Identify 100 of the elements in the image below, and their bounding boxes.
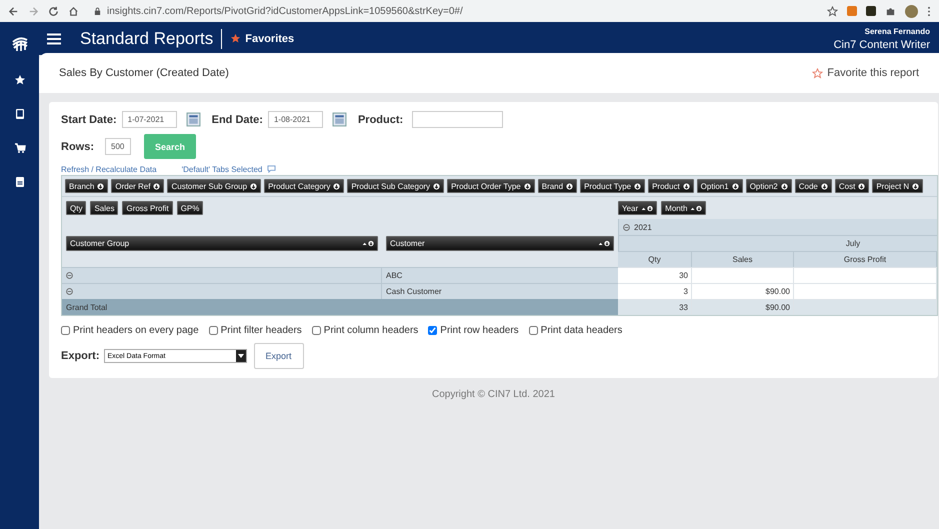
field-button[interactable]: Product Sub Category bbox=[347, 179, 444, 193]
star-icon bbox=[812, 68, 824, 78]
arrow-down-icon bbox=[250, 182, 258, 190]
column-header[interactable]: 2021 bbox=[618, 219, 937, 235]
field-button[interactable]: Month bbox=[661, 201, 706, 215]
product-label: Product: bbox=[358, 114, 404, 126]
star-icon[interactable] bbox=[14, 74, 26, 86]
arrow-down-icon bbox=[858, 182, 866, 190]
star-icon bbox=[230, 33, 242, 44]
comment-icon[interactable] bbox=[267, 165, 276, 173]
collapse-icon[interactable] bbox=[66, 288, 73, 295]
refresh-link[interactable]: Refresh / Recalculate Data bbox=[61, 164, 157, 174]
favorite-report-link[interactable]: Favorite this report bbox=[812, 67, 919, 79]
document-icon[interactable] bbox=[14, 176, 26, 188]
table-cell: $90.00 bbox=[692, 283, 794, 299]
arrow-down-icon bbox=[732, 182, 739, 190]
field-button[interactable]: Brand bbox=[538, 179, 578, 193]
calendar-icon[interactable] bbox=[186, 112, 201, 127]
table-cell: $90.00 bbox=[692, 299, 794, 315]
field-button[interactable]: Product bbox=[648, 179, 694, 193]
arrow-down-icon bbox=[566, 182, 574, 190]
reload-icon[interactable] bbox=[48, 6, 59, 16]
print-option-label: Print filter headers bbox=[220, 325, 302, 336]
field-button[interactable]: Option1 bbox=[696, 179, 743, 193]
sort-icon bbox=[362, 240, 374, 246]
lock-icon bbox=[94, 6, 101, 16]
arrow-down-icon bbox=[820, 182, 828, 190]
arrow-down-icon bbox=[524, 182, 531, 190]
arrow-down-icon bbox=[682, 182, 690, 190]
column-header: July bbox=[618, 235, 937, 251]
field-button[interactable]: Customer Sub Group bbox=[167, 179, 262, 193]
table-cell: 3 bbox=[618, 283, 692, 299]
field-button[interactable]: Qty bbox=[66, 201, 86, 215]
field-button[interactable]: Project N bbox=[872, 179, 924, 193]
arrow-down-icon bbox=[433, 182, 440, 190]
user-role: Cin7 Content Writer bbox=[834, 38, 930, 50]
field-button[interactable]: Customer Group bbox=[66, 236, 378, 250]
field-button[interactable]: Branch bbox=[65, 179, 108, 193]
rows-field[interactable]: 500 bbox=[105, 138, 131, 155]
collapse-icon[interactable] bbox=[623, 224, 630, 230]
field-button[interactable]: Product Type bbox=[580, 179, 646, 193]
sort-icon bbox=[598, 240, 610, 246]
tabs-selected-link[interactable]: 'Default' Tabs Selected bbox=[182, 164, 262, 174]
field-button[interactable]: Order Ref bbox=[111, 179, 164, 193]
row-header: ABC bbox=[382, 267, 618, 283]
star-icon[interactable] bbox=[827, 6, 838, 16]
arrow-down-icon bbox=[780, 182, 788, 190]
end-date-field[interactable]: 1-08-2021 bbox=[268, 111, 323, 128]
column-header: Gross Profit bbox=[794, 251, 937, 267]
extension-icon[interactable] bbox=[866, 6, 876, 16]
field-button[interactable]: Gross Profit bbox=[122, 201, 173, 215]
sort-icon bbox=[641, 204, 654, 212]
print-option-checkbox[interactable] bbox=[208, 326, 218, 335]
arrow-down-icon bbox=[153, 182, 160, 190]
favorites-link[interactable]: Favorites bbox=[230, 32, 294, 44]
home-icon[interactable] bbox=[68, 6, 79, 16]
print-option-checkbox[interactable] bbox=[61, 326, 70, 335]
column-header: Qty bbox=[618, 251, 692, 267]
field-button[interactable]: Year bbox=[618, 201, 658, 215]
column-header: Sales bbox=[692, 251, 794, 267]
print-option-checkbox[interactable] bbox=[528, 326, 538, 335]
field-button[interactable]: Customer bbox=[386, 236, 614, 250]
copyright-text: Copyright © CIN7 Ltd. 2021 bbox=[431, 389, 556, 400]
table-cell: 33 bbox=[618, 299, 692, 315]
print-option-label: Print row headers bbox=[440, 325, 519, 336]
calendar-icon[interactable] bbox=[332, 112, 347, 127]
back-icon[interactable] bbox=[8, 6, 19, 16]
print-option-checkbox[interactable] bbox=[312, 326, 321, 335]
print-option-checkbox[interactable] bbox=[428, 326, 438, 335]
user-name: Serena Fernando bbox=[864, 26, 930, 36]
sort-icon bbox=[690, 204, 702, 212]
rows-label: Rows: bbox=[61, 140, 94, 152]
export-label: Export: bbox=[61, 350, 100, 362]
collapse-icon[interactable] bbox=[66, 272, 73, 279]
field-button[interactable]: Product Order Type bbox=[447, 179, 535, 193]
field-button[interactable]: Product Category bbox=[264, 179, 344, 193]
print-option-label: Print headers on every page bbox=[73, 325, 199, 336]
cart-icon[interactable] bbox=[14, 142, 26, 154]
arrow-down-icon bbox=[333, 182, 340, 190]
product-field[interactable] bbox=[412, 111, 504, 128]
field-button[interactable]: GP% bbox=[176, 201, 204, 215]
print-option-label: Print column headers bbox=[324, 325, 418, 336]
start-date-label: Start Date: bbox=[61, 114, 117, 126]
arrow-down-icon bbox=[912, 182, 920, 190]
arrow-down-icon bbox=[97, 182, 104, 190]
table-cell: 30 bbox=[618, 267, 692, 283]
field-button[interactable]: Option2 bbox=[746, 179, 792, 193]
grand-total-header: Grand Total bbox=[62, 299, 618, 315]
more-icon[interactable] bbox=[927, 6, 931, 16]
print-option-label: Print data headers bbox=[540, 325, 622, 336]
tablet-icon[interactable] bbox=[14, 108, 26, 120]
export-button[interactable]: Export bbox=[254, 343, 304, 369]
start-date-field[interactable]: 1-07-2021 bbox=[122, 111, 177, 128]
avatar[interactable] bbox=[905, 4, 918, 18]
field-button[interactable]: Sales bbox=[90, 201, 118, 215]
field-button[interactable]: Cost bbox=[834, 179, 870, 193]
field-button[interactable]: Code bbox=[794, 179, 832, 193]
arrow-down-icon bbox=[634, 182, 642, 190]
app-title: Standard Reports bbox=[80, 28, 214, 48]
menu-icon[interactable] bbox=[47, 32, 61, 44]
